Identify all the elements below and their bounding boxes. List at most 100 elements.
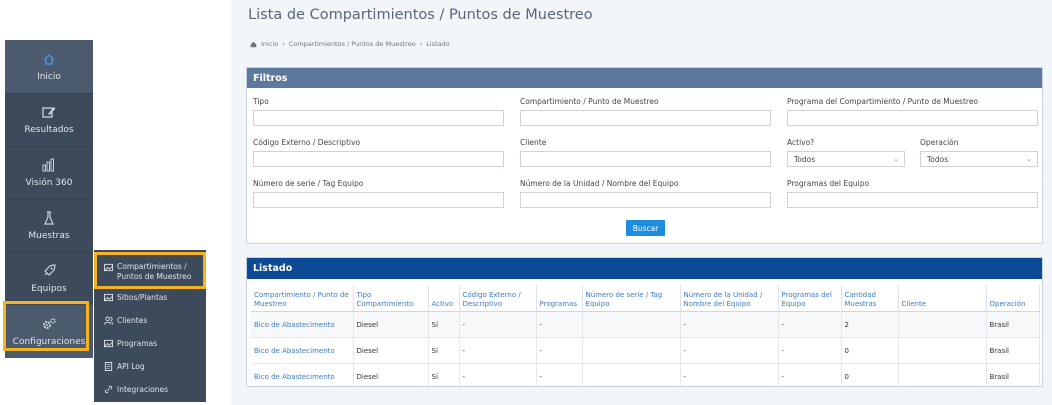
programas-equipo-label: Programas del Equipo (787, 179, 870, 188)
nav-item-inicio[interactable]: Inicio (5, 40, 93, 94)
column-header[interactable]: Programas del Equipo (778, 285, 842, 312)
breadcrumb-item-compartimientos[interactable]: Compartimientos / Puntos de Muestreo (289, 40, 416, 48)
table-cell: - (536, 337, 583, 364)
image-icon (104, 339, 113, 348)
breadcrumb-separator-icon: › (282, 40, 285, 48)
serie-label: Número de serie / Tag Equipo (253, 179, 364, 188)
breadcrumb: Inicio › Compartimientos / Puntos de Mue… (250, 40, 450, 48)
nav-item-label: Resultados (24, 125, 74, 135)
unidad-input[interactable] (520, 192, 771, 208)
table-cell (898, 311, 987, 338)
table-cell: 0 (841, 363, 899, 386)
unidad-label: Número de la Unidad / Nombre del Equipo (520, 179, 679, 188)
table-cell: - (536, 363, 583, 386)
table-cell: Sí (428, 311, 460, 338)
nav-item-resultados[interactable]: Resultados (5, 93, 93, 147)
bar-chart-icon (42, 158, 54, 172)
table-cell: - (680, 311, 779, 338)
activo-label: Activo? (787, 138, 815, 147)
submenu-item-clientes[interactable]: Clientes (94, 309, 206, 332)
table-cell: - (680, 363, 779, 386)
column-header[interactable]: Cantidad Muestras (841, 285, 899, 312)
table-row: Bico de Abastecimento Diesel Sí - - - - … (251, 311, 1040, 338)
table-row: Bico de Abastecimento Diesel Sí - - - - … (251, 363, 1040, 386)
table-cell (582, 363, 681, 386)
table-cell: Sí (428, 363, 460, 386)
table-cell: Brasil (986, 337, 1040, 364)
nav-item-label: Equipos (31, 284, 67, 294)
flask-icon (44, 211, 54, 225)
table-cell: - (778, 337, 842, 364)
column-header[interactable]: Operación (986, 285, 1040, 312)
chevron-down-icon: ⌄ (1026, 155, 1032, 163)
programa-input[interactable] (787, 110, 1038, 126)
column-header[interactable]: Código Externo / Descriptivo (459, 285, 537, 312)
activo-select-value: Todos (794, 154, 816, 164)
submenu-item-label: Clientes (117, 316, 148, 325)
table-cell-link[interactable]: Bico de Abastecimento (251, 311, 354, 338)
table-cell: - (778, 311, 842, 338)
table-cell: 0 (841, 337, 899, 364)
operacion-select[interactable]: Todos ⌄ (920, 151, 1038, 167)
table-cell: - (536, 311, 583, 338)
nav-item-label: Visión 360 (25, 178, 73, 188)
nav-item-vision-360[interactable]: Visión 360 (5, 146, 93, 200)
column-header[interactable]: Cliente (898, 285, 987, 312)
cliente-label: Cliente (520, 138, 547, 147)
table-cell: Brasil (986, 311, 1040, 338)
search-button[interactable]: Buscar (626, 220, 665, 236)
table-cell: Brasil (986, 363, 1040, 386)
nav-item-muestras[interactable]: Muestras (5, 199, 93, 253)
nav-item-label: Inicio (37, 72, 61, 82)
programas-equipo-input[interactable] (787, 192, 1038, 208)
listado-panel: Listado Compartimiento / Punto de Muestr… (246, 257, 1043, 387)
configuraciones-submenu: Compartimientos / Puntos de Muestreo Siti… (94, 250, 206, 402)
table-cell: 2 (841, 311, 899, 338)
rocket-icon (44, 264, 56, 276)
breadcrumb-item-inicio[interactable]: Inicio (261, 40, 278, 48)
table-cell-link[interactable]: Bico de Abastecimento (251, 363, 354, 386)
table-row: Bico de Abastecimento Diesel Sí - - - - … (251, 337, 1040, 364)
listado-table: Compartimiento / Punto de Muestreo Tipo … (251, 285, 1040, 386)
home-icon (250, 41, 257, 47)
page-title: Lista de Compartimientos / Puntos de Mue… (248, 7, 593, 23)
cliente-input[interactable] (520, 151, 771, 167)
column-header[interactable]: Número de la Unidad / Nombre del Equipo (680, 285, 779, 312)
column-header[interactable]: Programas (536, 285, 583, 312)
compartimiento-input[interactable] (520, 110, 771, 126)
submenu-item-api-log[interactable]: API Log (94, 355, 206, 378)
table-cell: Diesel (353, 311, 429, 338)
operacion-select-value: Todos (927, 154, 949, 164)
breadcrumb-item-listado: Listado (426, 40, 450, 48)
nav-item-configuraciones[interactable]: Configuraciones (5, 305, 93, 358)
serie-input[interactable] (253, 192, 504, 208)
submenu-item-compartimientos[interactable]: Compartimientos / Puntos de Muestreo (94, 252, 206, 289)
codigo-input[interactable] (253, 151, 504, 167)
submenu-item-label: Sitios/Plantas (117, 293, 168, 302)
column-header[interactable]: Tipo Compartimiento (353, 285, 429, 312)
main-content: Lista de Compartimientos / Puntos de Mue… (231, 0, 1052, 405)
operacion-label: Operación (920, 138, 959, 147)
column-header[interactable]: Número de serie / Tag Equipo (582, 285, 681, 312)
listado-title: Listado (247, 258, 1042, 279)
users-icon (104, 316, 113, 325)
submenu-item-label: API Log (117, 362, 145, 371)
activo-select[interactable]: Todos ⌄ (787, 151, 905, 167)
submenu-item-label: Compartimientos / Puntos de Muestreo (117, 262, 192, 281)
table-cell-link[interactable]: Bico de Abastecimento (251, 337, 354, 364)
submenu-item-sitios-plantas[interactable]: Sitios/Plantas (94, 286, 206, 309)
chevron-down-icon: ⌄ (893, 155, 899, 163)
submenu-item-programas[interactable]: Programas (94, 332, 206, 355)
tipo-input[interactable] (253, 110, 504, 126)
submenu-item-label: Integraciones (117, 385, 169, 394)
table-cell: Diesel (353, 363, 429, 386)
table-cell: - (459, 337, 537, 364)
submenu-item-integraciones[interactable]: Integraciones (94, 378, 206, 401)
gears-icon (43, 318, 56, 329)
breadcrumb-separator-icon: › (419, 40, 423, 48)
nav-item-equipos[interactable]: Equipos (5, 252, 93, 306)
doc-icon (104, 362, 113, 371)
column-header[interactable]: Activo (428, 285, 460, 312)
codigo-label: Código Externo / Descriptivo (253, 138, 361, 147)
column-header[interactable]: Compartimiento / Punto de Muestreo (251, 285, 354, 312)
